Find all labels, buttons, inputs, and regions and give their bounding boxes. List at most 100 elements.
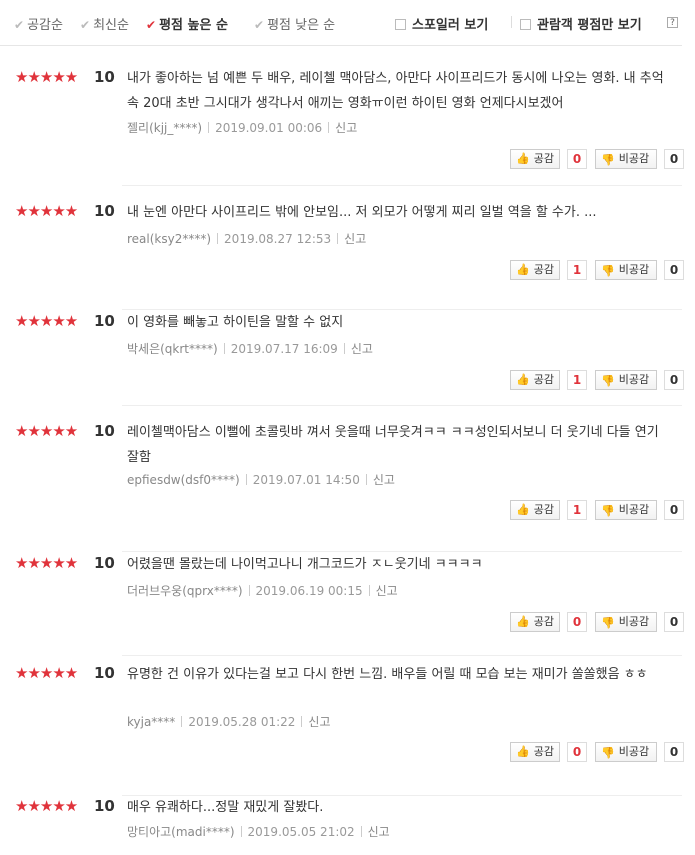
like-button[interactable]: 👍 공감	[510, 500, 560, 520]
dislike-button[interactable]: 👍 비공감	[595, 500, 657, 520]
report-link[interactable]: 신고	[373, 473, 395, 487]
review-item: ★★★★★ 10 어렸을땐 몰랐는데 나이먹고나니 개그코드가 ㅈㄴ웃기네 ㅋㅋ…	[0, 552, 684, 656]
report-link[interactable]: 신고	[351, 342, 373, 356]
review-meta: 젤리(kjj_****) 2019.09.01 00:06 신고	[127, 119, 357, 136]
like-button[interactable]: 👍 공감	[510, 742, 560, 762]
divider	[328, 122, 330, 133]
reviewer-name[interactable]: kyja****	[127, 715, 175, 729]
review-item: ★★★★★ 10 유명한 건 이유가 있다는걸 보고 다시 한번 느낌. 배우들…	[0, 662, 684, 796]
spoiler-toggle[interactable]: 스포일러 보기	[395, 14, 488, 33]
thumbs-up-icon: 👍	[516, 373, 530, 386]
rating-stars: ★★★★★	[15, 664, 78, 682]
review-meta: 박세은(qkrt****) 2019.07.17 16:09 신고	[127, 340, 373, 357]
report-link[interactable]: 신고	[344, 232, 366, 246]
divider	[360, 826, 362, 837]
review-text: 이 영화를 빼놓고 하이틴을 말할 수 없지	[127, 315, 344, 330]
reviewer-name[interactable]: 박세은(qkrt****)	[127, 342, 218, 356]
dislike-button[interactable]: 👍 비공감	[595, 612, 657, 632]
divider	[301, 716, 303, 727]
rating-stars: ★★★★★	[15, 554, 78, 572]
review-item: ★★★★★ 10 이 영화를 빼놓고 하이틴을 말할 수 없지 박세은(qkrt…	[0, 310, 684, 406]
sort-by-rating-low[interactable]: ✔ 평점 낮은 순	[254, 14, 335, 33]
check-icon: ✔	[80, 18, 91, 32]
review-meta: kyja**** 2019.05.28 01:22 신고	[127, 713, 331, 730]
review-item: ★★★★★ 10 내가 좋아하는 넘 예쁜 두 배우, 레이첼 맥아담스, 아만…	[0, 66, 684, 186]
divider	[245, 474, 247, 485]
rating-score: 10	[94, 422, 115, 440]
dislike-count: 0	[664, 370, 684, 390]
reviewer-name[interactable]: real(ksy2****)	[127, 232, 211, 246]
like-count: 0	[567, 149, 587, 169]
dislike-count: 0	[664, 149, 684, 169]
thumbs-up-icon: 👍	[516, 745, 530, 758]
divider	[368, 585, 370, 596]
report-link[interactable]: 신고	[368, 825, 390, 839]
reviewer-name[interactable]: 더러브우웅(qprx****)	[127, 584, 243, 598]
review-item: ★★★★★ 10 매우 유쾌하다...정말 재밌게 잘봤다. 망티아고(madi…	[0, 795, 682, 855]
check-icon: ✔	[14, 18, 25, 32]
rating-stars: ★★★★★	[15, 312, 78, 330]
sort-by-latest[interactable]: ✔ 최신순	[80, 14, 129, 33]
dislike-count: 0	[664, 500, 684, 520]
rating-score: 10	[94, 68, 115, 86]
dislike-button[interactable]: 👍 비공감	[595, 260, 657, 280]
report-link[interactable]: 신고	[308, 715, 330, 729]
like-button[interactable]: 👍 공감	[510, 370, 560, 390]
like-button[interactable]: 👍 공감	[510, 260, 560, 280]
checkbox-icon[interactable]	[520, 19, 531, 30]
review-meta: epfiesdw(dsf0****) 2019.07.01 14:50 신고	[127, 471, 395, 488]
check-icon: ✔	[254, 18, 265, 32]
help-icon[interactable]: ?	[667, 17, 678, 28]
review-text: 레이첼맥아담스 이뻘에 초콜릿바 껴서 웃을때 너무웃겨ㅋㅋ ㅋㅋ성인되서보니 …	[127, 425, 659, 465]
dislike-count: 0	[664, 612, 684, 632]
review-date: 2019.06.19 00:15	[255, 584, 363, 598]
reviewer-name[interactable]: epfiesdw(dsf0****)	[127, 473, 240, 487]
sort-by-rating-high[interactable]: ✔ 평점 높은 순	[146, 14, 228, 33]
like-count: 1	[567, 500, 587, 520]
review-date: 2019.08.27 12:53	[224, 232, 332, 246]
dislike-button[interactable]: 👍 비공감	[595, 370, 657, 390]
review-text: 어렸을땐 몰랐는데 나이먹고나니 개그코드가 ㅈㄴ웃기네 ㅋㅋㅋㅋ	[127, 557, 483, 572]
reviewer-name[interactable]: 젤리(kjj_****)	[127, 121, 202, 135]
report-link[interactable]: 신고	[376, 584, 398, 598]
divider	[365, 474, 367, 485]
review-item: ★★★★★ 10 내 눈엔 아만다 사이프리드 밖에 안보임... 저 외모가 …	[0, 200, 684, 310]
divider	[181, 716, 183, 727]
review-date: 2019.07.01 14:50	[252, 473, 360, 487]
rating-score: 10	[94, 554, 115, 572]
rating-stars: ★★★★★	[15, 797, 78, 815]
check-icon: ✔	[146, 18, 157, 32]
rating-score: 10	[94, 797, 115, 815]
review-date: 2019.09.01 00:06	[215, 121, 323, 135]
reviewer-name[interactable]: 망티아고(madi****)	[127, 825, 235, 839]
checkbox-icon[interactable]	[395, 19, 406, 30]
like-count: 1	[567, 260, 587, 280]
review-date: 2019.07.17 16:09	[230, 342, 338, 356]
dislike-count: 0	[664, 260, 684, 280]
dislike-button[interactable]: 👍 비공감	[595, 742, 657, 762]
review-meta: 더러브우웅(qprx****) 2019.06.19 00:15 신고	[127, 582, 398, 599]
review-text: 유명한 건 이유가 있다는걸 보고 다시 한번 느낌. 배우들 어릴 때 모습 …	[127, 667, 648, 682]
thumbs-down-icon: 👍	[601, 746, 615, 759]
like-button[interactable]: 👍 공감	[510, 149, 560, 169]
thumbs-up-icon: 👍	[516, 503, 530, 516]
divider	[217, 233, 219, 244]
like-button[interactable]: 👍 공감	[510, 612, 560, 632]
thumbs-down-icon: 👍	[601, 616, 615, 629]
rating-score: 10	[94, 312, 115, 330]
thumbs-up-icon: 👍	[516, 263, 530, 276]
dislike-button[interactable]: 👍 비공감	[595, 149, 657, 169]
sort-filter-bar: ✔ 공감순 ✔ 최신순 ✔ 평점 높은 순 ✔ 평점 낮은 순 스포일러 보기 관람객 …	[0, 0, 682, 46]
review-text: 매우 유쾌하다...정말 재밌게 잘봤다.	[127, 800, 324, 815]
review-divider	[122, 185, 682, 186]
thumbs-down-icon: 👍	[601, 504, 615, 517]
divider	[240, 826, 242, 837]
report-link[interactable]: 신고	[335, 121, 357, 135]
divider	[337, 233, 339, 244]
sort-by-likes[interactable]: ✔ 공감순	[14, 14, 63, 33]
divider	[223, 343, 225, 354]
thumbs-down-icon: 👍	[601, 264, 615, 277]
review-date: 2019.05.05 21:02	[247, 825, 355, 839]
like-count: 0	[567, 742, 587, 762]
audience-only-toggle[interactable]: 관람객 평점만 보기	[520, 14, 642, 33]
